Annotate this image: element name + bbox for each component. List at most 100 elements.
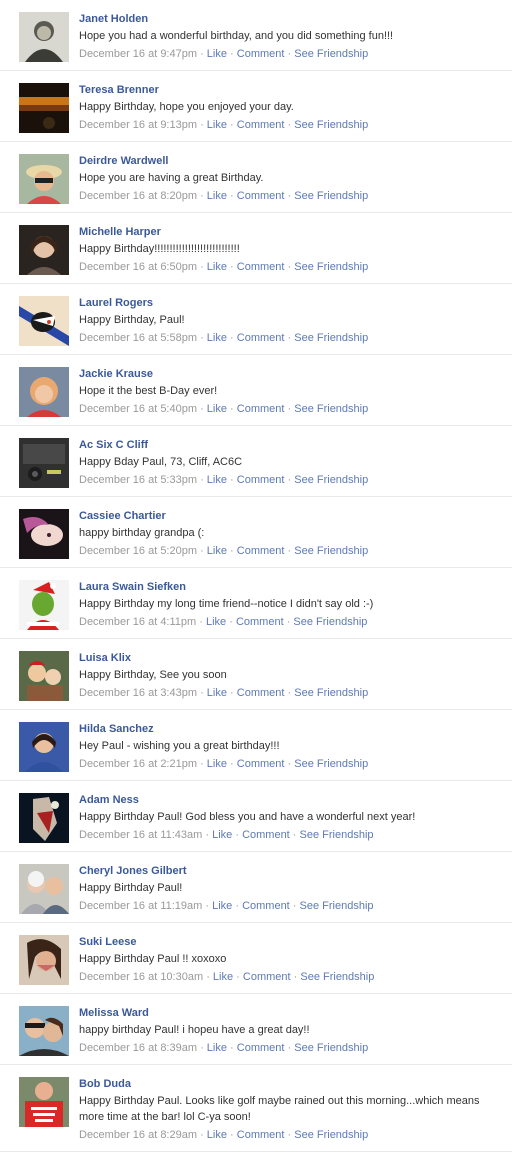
post-timestamp[interactable]: December 16 at 5:33pm: [79, 474, 197, 486]
poster-name-link[interactable]: Ac Six C Cliff: [79, 438, 504, 452]
like-link[interactable]: Like: [207, 545, 227, 557]
see-friendship-link[interactable]: See Friendship: [300, 900, 374, 912]
comment-link[interactable]: Comment: [242, 829, 290, 841]
see-friendship-link[interactable]: See Friendship: [294, 758, 368, 770]
like-link[interactable]: Like: [207, 332, 227, 344]
post-timestamp[interactable]: December 16 at 3:43pm: [79, 687, 197, 699]
avatar[interactable]: [19, 154, 69, 204]
profile-picture[interactable]: [19, 864, 69, 914]
profile-picture[interactable]: [19, 793, 69, 843]
profile-picture[interactable]: [19, 1077, 69, 1127]
avatar[interactable]: [19, 296, 69, 346]
post-timestamp[interactable]: December 16 at 5:58pm: [79, 332, 197, 344]
comment-link[interactable]: Comment: [237, 119, 285, 131]
like-link[interactable]: Like: [207, 758, 227, 770]
post-timestamp[interactable]: December 16 at 6:50pm: [79, 261, 197, 273]
poster-name-link[interactable]: Laura Swain Siefken: [79, 580, 504, 594]
poster-name-link[interactable]: Deirdre Wardwell: [79, 154, 504, 168]
see-friendship-link[interactable]: See Friendship: [294, 48, 368, 60]
see-friendship-link[interactable]: See Friendship: [294, 687, 368, 699]
see-friendship-link[interactable]: See Friendship: [294, 261, 368, 273]
poster-name-link[interactable]: Cassiee Chartier: [79, 509, 504, 523]
avatar[interactable]: [19, 367, 69, 417]
poster-name-link[interactable]: Hilda Sanchez: [79, 722, 504, 736]
post-timestamp[interactable]: December 16 at 11:19am: [79, 900, 202, 912]
profile-picture[interactable]: [19, 722, 69, 772]
profile-picture[interactable]: [19, 438, 69, 488]
profile-picture[interactable]: [19, 296, 69, 346]
comment-link[interactable]: Comment: [237, 545, 285, 557]
see-friendship-link[interactable]: See Friendship: [294, 403, 368, 415]
comment-link[interactable]: Comment: [237, 261, 285, 273]
comment-link[interactable]: Comment: [237, 332, 285, 344]
avatar[interactable]: [19, 651, 69, 701]
like-link[interactable]: Like: [212, 900, 232, 912]
profile-picture[interactable]: [19, 509, 69, 559]
like-link[interactable]: Like: [207, 1129, 227, 1141]
post-timestamp[interactable]: December 16 at 9:13pm: [79, 119, 197, 131]
avatar[interactable]: [19, 1006, 69, 1056]
like-link[interactable]: Like: [206, 616, 226, 628]
avatar[interactable]: [19, 935, 69, 985]
poster-name-link[interactable]: Bob Duda: [79, 1077, 504, 1091]
profile-picture[interactable]: [19, 580, 69, 630]
post-timestamp[interactable]: December 16 at 8:20pm: [79, 190, 197, 202]
see-friendship-link[interactable]: See Friendship: [294, 545, 368, 557]
like-link[interactable]: Like: [213, 971, 233, 983]
post-timestamp[interactable]: December 16 at 8:29am: [79, 1129, 197, 1141]
comment-link[interactable]: Comment: [237, 687, 285, 699]
comment-link[interactable]: Comment: [237, 190, 285, 202]
comment-link[interactable]: Comment: [243, 971, 291, 983]
see-friendship-link[interactable]: See Friendship: [294, 332, 368, 344]
like-link[interactable]: Like: [212, 829, 232, 841]
profile-picture[interactable]: [19, 225, 69, 275]
poster-name-link[interactable]: Jackie Krause: [79, 367, 504, 381]
post-timestamp[interactable]: December 16 at 8:39am: [79, 1042, 197, 1054]
comment-link[interactable]: Comment: [237, 1042, 285, 1054]
avatar[interactable]: [19, 864, 69, 914]
see-friendship-link[interactable]: See Friendship: [294, 190, 368, 202]
profile-picture[interactable]: [19, 935, 69, 985]
post-timestamp[interactable]: December 16 at 2:21pm: [79, 758, 197, 770]
poster-name-link[interactable]: Janet Holden: [79, 12, 504, 26]
see-friendship-link[interactable]: See Friendship: [293, 616, 367, 628]
avatar[interactable]: [19, 509, 69, 559]
post-timestamp[interactable]: December 16 at 9:47pm: [79, 48, 197, 60]
poster-name-link[interactable]: Cheryl Jones Gilbert: [79, 864, 504, 878]
profile-picture[interactable]: [19, 12, 69, 62]
profile-picture[interactable]: [19, 154, 69, 204]
like-link[interactable]: Like: [207, 474, 227, 486]
avatar[interactable]: [19, 580, 69, 630]
comment-link[interactable]: Comment: [237, 474, 285, 486]
comment-link[interactable]: Comment: [236, 616, 284, 628]
post-timestamp[interactable]: December 16 at 11:43am: [79, 829, 202, 841]
avatar[interactable]: [19, 1077, 69, 1127]
profile-picture[interactable]: [19, 651, 69, 701]
post-timestamp[interactable]: December 16 at 10:30am: [79, 971, 203, 983]
post-timestamp[interactable]: December 16 at 4:11pm: [79, 616, 196, 628]
avatar[interactable]: [19, 12, 69, 62]
see-friendship-link[interactable]: See Friendship: [294, 1129, 368, 1141]
like-link[interactable]: Like: [207, 119, 227, 131]
comment-link[interactable]: Comment: [237, 48, 285, 60]
see-friendship-link[interactable]: See Friendship: [294, 474, 368, 486]
comment-link[interactable]: Comment: [237, 403, 285, 415]
profile-picture[interactable]: [19, 83, 69, 133]
poster-name-link[interactable]: Adam Ness: [79, 793, 504, 807]
avatar[interactable]: [19, 225, 69, 275]
post-timestamp[interactable]: December 16 at 5:20pm: [79, 545, 197, 557]
comment-link[interactable]: Comment: [237, 758, 285, 770]
see-friendship-link[interactable]: See Friendship: [300, 971, 374, 983]
comment-link[interactable]: Comment: [237, 1129, 285, 1141]
see-friendship-link[interactable]: See Friendship: [300, 829, 374, 841]
like-link[interactable]: Like: [207, 261, 227, 273]
profile-picture[interactable]: [19, 367, 69, 417]
poster-name-link[interactable]: Michelle Harper: [79, 225, 504, 239]
like-link[interactable]: Like: [207, 403, 227, 415]
like-link[interactable]: Like: [207, 48, 227, 60]
profile-picture[interactable]: [19, 1006, 69, 1056]
avatar[interactable]: [19, 83, 69, 133]
avatar[interactable]: [19, 793, 69, 843]
like-link[interactable]: Like: [207, 1042, 227, 1054]
poster-name-link[interactable]: Laurel Rogers: [79, 296, 504, 310]
